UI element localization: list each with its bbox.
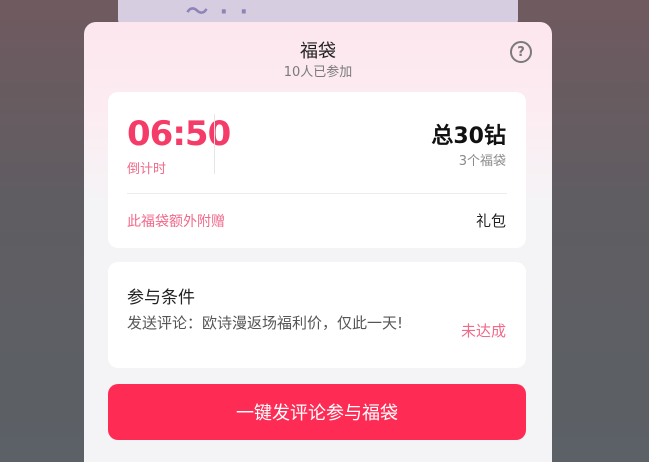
- condition-text: 发送评论：欧诗漫返场福利价，仅此一天!: [127, 314, 404, 332]
- help-icon[interactable]: ?: [510, 41, 532, 63]
- background-banner-decoration: ～ · ·: [186, 0, 251, 24]
- condition-title: 参与条件: [127, 288, 195, 308]
- participation-condition-card: 参与条件 发送评论：欧诗漫返场福利价，仅此一天! 未达成: [108, 262, 526, 368]
- participant-count: 10人已参加: [283, 65, 353, 80]
- horizontal-divider: [127, 193, 507, 194]
- condition-status: 未达成: [460, 322, 506, 340]
- vertical-divider: [214, 114, 215, 174]
- sheet-header: 福袋 10人已参加 ?: [84, 22, 552, 88]
- lucky-bag-card: 06:50 倒计时 总30钻 3个福袋 此福袋额外附赠 礼包: [108, 92, 526, 248]
- background-stream-banner: ～ · ·: [118, 0, 518, 24]
- lucky-bag-sheet: 福袋 10人已参加 ? 06:50 倒计时 总30钻 3个福袋 此福袋额外附赠 …: [84, 22, 552, 462]
- countdown-label: 倒计时: [127, 162, 167, 177]
- total-value: 总30钻: [431, 124, 506, 149]
- extra-gift-value: 礼包: [475, 212, 506, 230]
- sheet-title: 福袋: [300, 41, 336, 62]
- extra-gift-label: 此福袋额外附赠: [127, 214, 225, 230]
- bag-count: 3个福袋: [458, 154, 506, 169]
- join-lucky-bag-button[interactable]: 一键发评论参与福袋: [108, 384, 526, 440]
